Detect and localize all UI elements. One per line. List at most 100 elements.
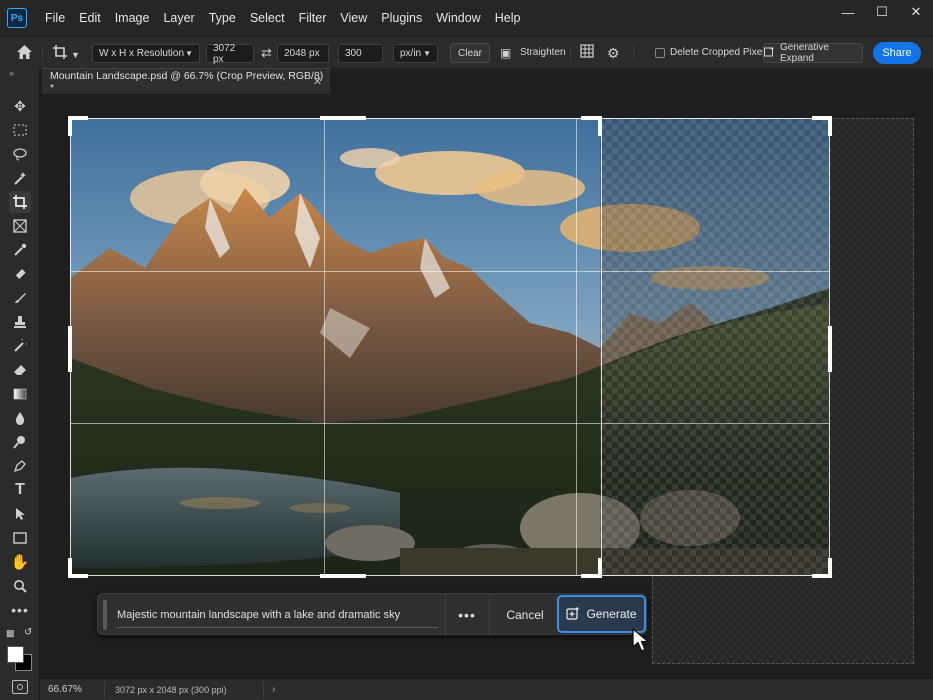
close-icon[interactable]: ✕ [899,0,933,24]
straighten-icon[interactable]: ▣ [500,44,511,62]
delete-cropped-checkbox[interactable] [655,48,665,58]
crop-grid-line [576,119,578,575]
generative-expand-button[interactable]: Generative Expand [763,42,863,64]
drag-handle[interactable] [103,600,107,630]
crop-handle-left[interactable] [68,326,72,372]
share-button[interactable]: Share [873,42,921,64]
generative-expand-icon [764,46,775,60]
chevron-down-icon: ▼ [185,49,193,58]
resolution-field[interactable]: 300 [338,44,383,63]
chevron-right-icon[interactable]: › [272,684,275,695]
photoshop-logo: Ps [7,8,27,28]
rectangle-icon[interactable] [9,527,31,549]
menu-image[interactable]: Image [108,0,157,36]
document-tab[interactable]: Mountain Landscape.psd @ 66.7% (Crop Pre… [42,68,330,94]
crop-grid-line [71,422,829,424]
chevron-down-icon[interactable]: ▼ [71,46,80,64]
move-icon[interactable]: ✥ [9,95,31,117]
eyedropper-icon[interactable] [9,239,31,261]
path-select-icon[interactable] [9,503,31,525]
crop-grid-line [323,119,325,575]
generate-label: Generate [586,607,637,621]
clear-button[interactable]: Clear [450,43,490,63]
menu-layer[interactable]: Layer [156,0,201,36]
divider [570,45,571,61]
zoom-icon[interactable] [9,575,31,597]
height-field[interactable]: 2048 px [277,44,329,63]
crop-handle-top-right[interactable] [828,116,832,136]
dodge-icon[interactable] [9,431,31,453]
healing-icon[interactable] [9,263,31,285]
document-info[interactable]: 3072 px x 2048 px (300 ppi) [104,681,264,698]
more-tools-icon[interactable]: ••• [9,599,31,621]
magic-wand-icon[interactable] [9,167,31,189]
minimize-icon[interactable]: — [831,0,865,24]
menu-file[interactable]: File [38,0,72,36]
crop-bounding-box[interactable] [68,116,832,578]
ratio-preset-select[interactable]: W x H x Resolution ▼ [92,44,200,63]
frame-icon[interactable] [9,215,31,237]
status-bar: 66.67% 3072 px x 2048 px (300 ppi) › [40,678,933,700]
crop-handle-bottom-right-original[interactable] [598,558,602,578]
swap-colors-icon[interactable]: ↺ [24,627,32,638]
menu-edit[interactable]: Edit [72,0,108,36]
type-icon[interactable]: T [9,479,31,501]
blur-icon[interactable] [9,407,31,429]
crop-handle-top-left[interactable] [68,116,72,136]
document-tabs: Mountain Landscape.psd @ 66.7% (Crop Pre… [40,68,933,94]
pointer-cursor-icon [631,628,655,657]
gear-icon[interactable]: ⚙ [607,44,620,62]
menu-plugins[interactable]: Plugins [374,0,429,36]
crop-handle-top[interactable] [320,116,366,120]
default-colors-icon[interactable]: ▩ [6,628,15,639]
menu-filter[interactable]: Filter [292,0,334,36]
more-options-button[interactable]: ••• [450,602,484,628]
marquee-icon[interactable] [9,119,31,141]
generative-expand-label: Generative Expand [780,42,829,64]
document-tab-title: Mountain Landscape.psd @ 66.7% (Crop Pre… [50,69,324,94]
history-brush-icon[interactable] [9,335,31,357]
eraser-icon[interactable] [9,359,31,381]
menu-view[interactable]: View [333,0,374,36]
swap-icon[interactable]: ⇄ [261,44,272,62]
cancel-button[interactable]: Cancel [498,602,552,628]
maximize-icon[interactable]: ☐ [865,0,899,24]
crop-handle-bottom-left[interactable] [68,558,72,578]
straighten-button[interactable]: Straighten [520,47,566,58]
menu-select[interactable]: Select [243,0,292,36]
prompt-input[interactable] [116,602,438,628]
crop-handle-bottom-right[interactable] [828,558,832,578]
menu-help[interactable]: Help [488,0,528,36]
crop-handle-bottom[interactable] [320,574,366,578]
crop-icon[interactable] [52,44,68,64]
tools-panel: » ✥ T ✋ ••• ▩ ↺ [0,68,40,700]
delete-cropped-label: Delete Cropped Pixels [670,47,770,58]
grid-overlay-icon[interactable] [580,44,594,62]
gradient-icon[interactable] [9,383,31,405]
menu-type[interactable]: Type [202,0,243,36]
lasso-icon[interactable] [9,143,31,165]
brush-icon[interactable] [9,287,31,309]
resolution-unit-value: px/in [400,48,422,59]
width-field[interactable]: 3072 px [206,43,254,65]
divider [445,594,446,636]
stamp-icon[interactable] [9,311,31,333]
resolution-unit-select[interactable]: px/in ▼ [393,44,438,63]
quick-mask-icon[interactable] [12,680,28,694]
menu-window[interactable]: Window [429,0,487,36]
divider [633,45,634,61]
zoom-level[interactable]: 66.67% [48,684,92,695]
close-tab-icon[interactable]: ✕ [313,75,322,88]
expand-panel-icon[interactable]: » [9,68,14,78]
crop-handle-top-right-original[interactable] [598,116,602,136]
hand-icon[interactable]: ✋ [9,551,31,573]
foreground-color-swatch[interactable] [7,646,24,663]
crop-handle-right[interactable] [828,326,832,372]
divider [42,45,43,61]
pen-icon[interactable] [9,455,31,477]
home-icon[interactable] [16,44,33,64]
menu-bar: Ps File Edit Image Layer Type Select Fil… [0,0,933,36]
canvas-area[interactable]: ••• Cancel Generate [40,94,933,678]
crop-tool-icon[interactable] [9,191,31,213]
options-bar: ▼ W x H x Resolution ▼ 3072 px ⇄ 2048 px… [0,36,933,68]
